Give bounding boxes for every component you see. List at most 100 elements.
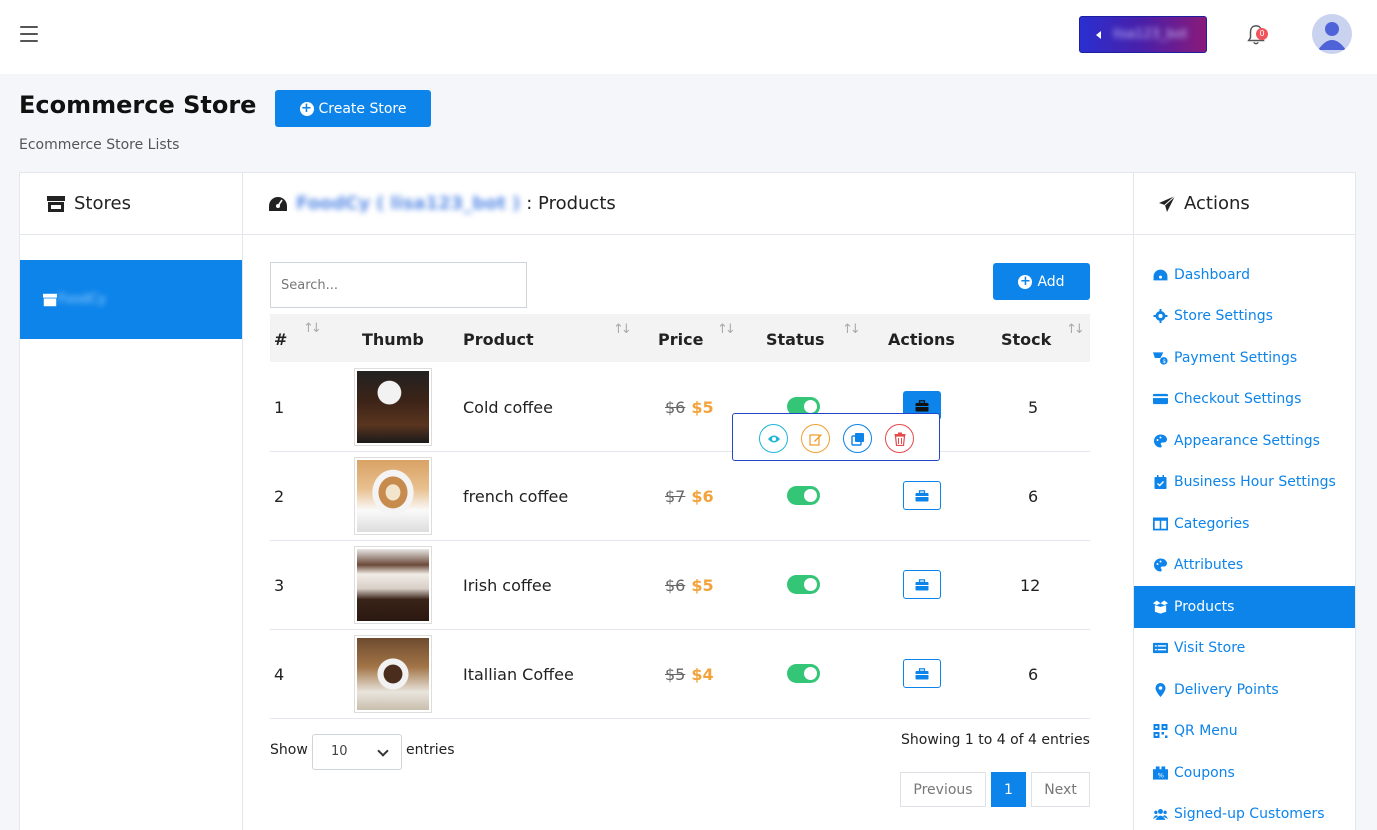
status-toggle[interactable]	[787, 664, 820, 683]
nav-item-signed-up-customers[interactable]: Signed-up Customers	[1134, 793, 1355, 830]
palette-icon	[1154, 434, 1167, 448]
pagination-next[interactable]: Next	[1031, 772, 1090, 807]
nav-label: Payment Settings	[1174, 350, 1298, 366]
nav-item-store-settings[interactable]: Store Settings	[1134, 295, 1355, 337]
sort-icon[interactable]: ↑↓	[303, 321, 322, 336]
page-length-select[interactable]: 10	[312, 734, 402, 770]
table-row: 4 Itallian Coffee $5 $4 6	[270, 630, 1090, 719]
delete-button[interactable]	[885, 424, 914, 453]
new-price: $4	[691, 665, 714, 684]
status-toggle[interactable]	[787, 575, 820, 594]
page-length-value: 10	[331, 744, 348, 759]
product-name: french coffee	[463, 487, 569, 506]
nav-item-dashboard[interactable]: Dashboard	[1134, 254, 1355, 296]
bot-selector-button[interactable]: lisa123_bot	[1079, 16, 1207, 53]
column-header-product[interactable]: Product	[463, 330, 534, 349]
table-row: 3 Irish coffee $6 $5 12	[270, 541, 1090, 630]
briefcase-icon	[915, 399, 929, 411]
actions-menu-button[interactable]	[903, 481, 941, 510]
nav-item-visit-store[interactable]: Visit Store	[1134, 627, 1355, 669]
nav-item-products[interactable]: Products	[1134, 586, 1355, 628]
stores-panel-header: Stores	[20, 173, 242, 235]
actions-menu-button[interactable]	[903, 659, 941, 688]
briefcase-icon	[915, 578, 929, 590]
palette-icon	[1154, 558, 1167, 572]
create-store-label: Create Store	[318, 100, 407, 117]
user-icon	[1318, 22, 1346, 50]
store-icon	[46, 195, 66, 213]
row-index: 2	[274, 487, 285, 506]
plus-circle-icon: +	[1018, 273, 1033, 289]
new-price: $5	[691, 398, 714, 417]
pagination-previous[interactable]: Previous	[900, 772, 986, 807]
nav-label: Delivery Points	[1174, 682, 1279, 698]
actions-menu-button[interactable]	[903, 570, 941, 599]
payment-icon: $	[1153, 352, 1168, 365]
trash-icon	[894, 432, 905, 446]
svg-text:%: %	[1158, 772, 1164, 780]
table-header: # ↑↓ Thumb Product ↑↓ Price ↑↓ Status ↑↓…	[270, 314, 1090, 362]
nav-label: Signed-up Customers	[1174, 806, 1325, 822]
nav-item-categories[interactable]: Categories	[1134, 503, 1355, 545]
card-icon	[1153, 393, 1168, 405]
add-product-button[interactable]: + Add	[993, 263, 1090, 300]
nav-label: Store Settings	[1174, 308, 1273, 324]
copy-icon	[850, 432, 864, 446]
stock-value: 6	[1028, 665, 1039, 684]
nav-label: Categories	[1174, 516, 1250, 532]
column-header-thumb: Thumb	[362, 330, 424, 349]
nav-label: Business Hour Settings	[1174, 474, 1336, 490]
eye-icon	[767, 435, 780, 442]
table-row: 2 french coffee $7 $6 6	[270, 452, 1090, 541]
product-price: $7 $6	[665, 487, 714, 506]
stores-title: Stores	[74, 193, 131, 214]
dashboard-icon	[268, 195, 288, 213]
stock-value: 12	[1020, 576, 1041, 595]
row-index: 4	[274, 665, 285, 684]
pagination-page-1[interactable]: 1	[991, 772, 1026, 807]
chevron-down-icon	[377, 745, 389, 757]
edit-button[interactable]	[801, 424, 830, 453]
create-store-button[interactable]: + Create Store	[275, 90, 431, 127]
nav-item-coupons[interactable]: % Coupons	[1134, 752, 1355, 794]
nav-item-payment-settings[interactable]: $ Payment Settings	[1134, 337, 1355, 379]
hamburger-menu-icon[interactable]	[20, 26, 38, 42]
new-price: $6	[691, 487, 714, 506]
duplicate-button[interactable]	[843, 424, 872, 453]
column-header-stock[interactable]: Stock	[1001, 330, 1051, 349]
nav-item-checkout-settings[interactable]: Checkout Settings	[1134, 378, 1355, 420]
column-header-price[interactable]: Price	[658, 330, 703, 349]
column-header-index[interactable]: #	[274, 330, 287, 349]
status-toggle[interactable]	[787, 486, 820, 505]
list-icon	[1153, 642, 1168, 654]
product-thumbnail	[354, 457, 432, 535]
ticket-icon: %	[1153, 766, 1168, 780]
column-header-status[interactable]: Status	[766, 330, 825, 349]
store-list-item[interactable]: FoodCy	[20, 260, 242, 339]
nav-item-appearance-settings[interactable]: Appearance Settings	[1134, 420, 1355, 462]
user-avatar[interactable]	[1312, 14, 1352, 54]
nav-label: Visit Store	[1174, 640, 1246, 656]
nav-item-attributes[interactable]: Attributes	[1134, 544, 1355, 586]
products-bot-open: (	[376, 193, 385, 214]
plus-circle-icon: +	[299, 100, 314, 116]
product-price: $6 $5	[665, 398, 714, 417]
box-icon	[1153, 600, 1168, 614]
page-subtitle: Ecommerce Store Lists	[19, 137, 180, 153]
products-store-name: FoodCy	[296, 193, 371, 214]
nav-item-business-hour-settings[interactable]: Business Hour Settings	[1134, 461, 1355, 503]
top-bar: lisa123_bot 0	[0, 0, 1377, 74]
bot-selector-label: lisa123_bot	[1113, 27, 1188, 42]
sort-icon[interactable]: ↑↓	[717, 322, 736, 337]
old-price: $7	[665, 487, 686, 506]
nav-item-delivery-points[interactable]: Delivery Points	[1134, 669, 1355, 711]
view-button[interactable]	[759, 424, 788, 453]
sort-icon[interactable]: ↑↓	[613, 322, 632, 337]
product-name: Itallian Coffee	[463, 665, 574, 684]
nav-item-qr-menu[interactable]: QR Menu	[1134, 710, 1355, 752]
search-input[interactable]	[270, 262, 527, 308]
briefcase-icon	[915, 489, 929, 501]
product-price: $6 $5	[665, 576, 714, 595]
sort-icon[interactable]: ↑↓	[842, 322, 861, 337]
sort-icon[interactable]: ↑↓	[1066, 322, 1085, 337]
